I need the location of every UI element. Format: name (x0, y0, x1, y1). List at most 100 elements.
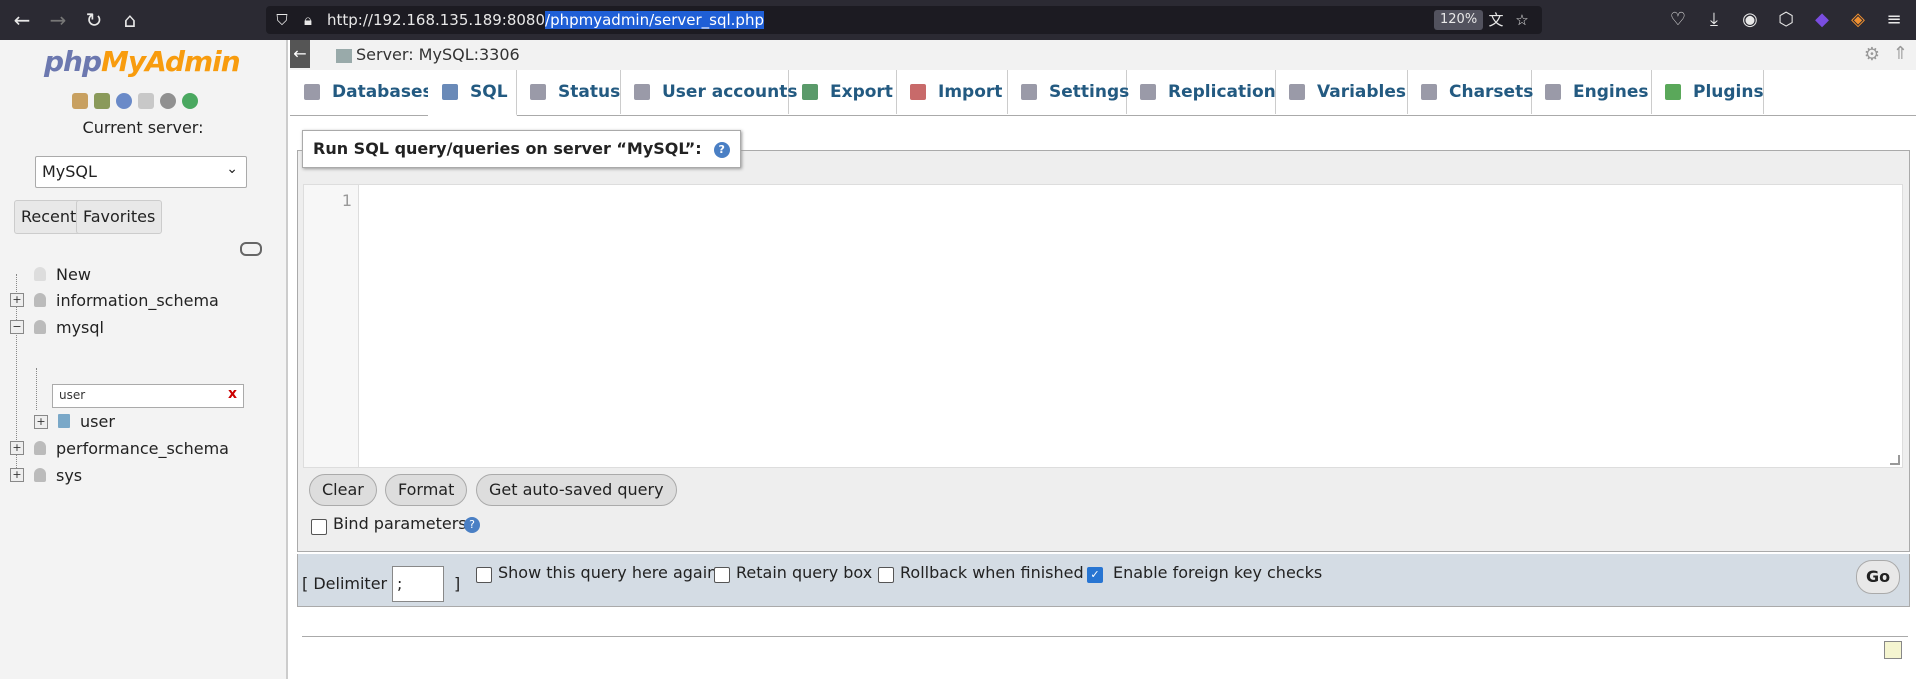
tab-label: Plugins (1693, 82, 1764, 102)
sql-editor[interactable]: 1 (303, 184, 1903, 468)
table-icon (58, 414, 70, 428)
rollback-checkbox[interactable] (878, 567, 894, 583)
server-breadcrumb-bar: ← Server: MySQL:3306 ⚙ ⇑ (290, 40, 1916, 71)
console-icon[interactable] (1884, 641, 1902, 659)
reload-nav-icon[interactable] (182, 92, 198, 109)
forward-icon[interactable]: → (46, 8, 70, 32)
expand-icon[interactable]: + (10, 441, 24, 455)
legend-text: Run SQL query/queries on server “MySQL”: (313, 139, 702, 158)
server-select[interactable]: MySQL ⌄ (35, 156, 247, 188)
tab-label: User accounts (662, 82, 798, 102)
tab-databases[interactable]: Databases (290, 70, 433, 114)
home-icon[interactable]: ⌂ (118, 8, 142, 32)
tree-line (36, 368, 37, 410)
bind-parameters-checkbox[interactable] (311, 519, 327, 535)
scroll-top-icon[interactable]: ⇑ (1893, 43, 1908, 64)
clear-button[interactable]: Clear (309, 474, 377, 506)
line-number: 1 (341, 191, 352, 210)
address-bar[interactable]: ⛉ 🔒︎ http://192.168.135.189:8080/phpmyad… (266, 6, 1542, 34)
clear-filter-icon[interactable]: x (228, 386, 237, 402)
help-icon[interactable]: ? (464, 517, 480, 533)
expand-icon[interactable]: + (34, 415, 48, 429)
rollback-label[interactable]: Rollback when finished (900, 563, 1084, 582)
plugin-icon (1665, 84, 1681, 100)
download-icon[interactable]: ⤓ (1702, 8, 1726, 32)
link-with-main-icon[interactable] (240, 242, 262, 256)
tab-charsets[interactable]: Charsets (1407, 70, 1533, 114)
tab-label: Import (938, 82, 1003, 102)
tab-status[interactable]: Status (516, 70, 621, 114)
home-icon[interactable] (72, 92, 88, 109)
show-query-again-checkbox[interactable] (476, 567, 492, 583)
settings-gear-icon[interactable]: ⚙ (1864, 44, 1880, 65)
tab-label: SQL (470, 82, 508, 102)
get-autosaved-query-button[interactable]: Get auto-saved query (476, 474, 677, 506)
tab-user-accounts[interactable]: User accounts (620, 70, 798, 114)
help-icon[interactable]: ? (713, 141, 730, 158)
table-filter-input[interactable]: user x (52, 384, 244, 408)
url-selected-path: /phpmyadmin/server_sql.php (545, 11, 764, 29)
tab-label: Engines (1573, 82, 1649, 102)
bookmark-star-icon[interactable]: ☆ (1512, 10, 1532, 30)
tab-replication[interactable]: Replication (1126, 70, 1276, 114)
database-icon (304, 84, 320, 100)
extensions-icon[interactable]: ⬡ (1774, 8, 1798, 32)
tree-db-mysql[interactable]: mysql (56, 318, 104, 337)
phpmyadmin-logo[interactable]: phpMyAdmin (44, 45, 241, 78)
bind-parameters-label[interactable]: Bind parameters (333, 514, 467, 533)
tree-db-information-schema[interactable]: information_schema (56, 291, 219, 310)
extension-purple-icon[interactable]: ◆ (1810, 8, 1834, 32)
recent-tab[interactable]: Recent (14, 200, 84, 234)
extension-fox-icon[interactable]: ◈ (1846, 8, 1870, 32)
variables-icon (1289, 84, 1305, 100)
format-button[interactable]: Format (385, 474, 468, 506)
foreign-key-checks-checkbox[interactable]: ✓ (1087, 567, 1103, 583)
account-icon[interactable]: ◉ (1738, 8, 1762, 32)
tab-label: Variables (1317, 82, 1407, 102)
expand-icon[interactable]: + (10, 293, 24, 307)
foreign-key-checks-label[interactable]: Enable foreign key checks (1113, 563, 1322, 582)
delimiter-label: [ Delimiter (302, 574, 388, 593)
help-icon[interactable] (116, 92, 132, 109)
logout-icon[interactable] (94, 92, 110, 109)
tab-variables[interactable]: Variables (1275, 70, 1408, 114)
tab-sql[interactable]: SQL (428, 70, 517, 116)
back-icon[interactable]: ← (10, 8, 34, 32)
database-icon (34, 441, 46, 455)
settings-icon[interactable] (160, 92, 176, 109)
pocket-icon[interactable]: ♡ (1666, 8, 1690, 32)
chevron-down-icon: ⌄ (226, 161, 238, 177)
tab-import[interactable]: Import (896, 70, 1008, 114)
zoom-indicator[interactable]: 120% (1434, 10, 1484, 30)
url-host: http://192.168.135.189:8080 (327, 11, 546, 29)
new-db-icon (34, 267, 46, 281)
tree-db-performance-schema[interactable]: performance_schema (56, 439, 229, 458)
go-button[interactable]: Go (1856, 560, 1900, 594)
reload-icon[interactable]: ↻ (82, 8, 106, 32)
menu-icon[interactable]: ≡ (1882, 8, 1906, 32)
tab-plugins[interactable]: Plugins (1651, 70, 1764, 114)
collapse-icon[interactable]: − (10, 320, 24, 334)
translate-icon[interactable]: 文 (1486, 10, 1506, 30)
expand-icon[interactable]: + (10, 468, 24, 482)
retain-query-box-checkbox[interactable] (714, 567, 730, 583)
tab-export[interactable]: Export (788, 70, 897, 114)
tab-engines[interactable]: Engines (1531, 70, 1652, 114)
tab-label: Databases (332, 82, 433, 102)
navigation-sidebar: phpMyAdmin Current server: MySQL ⌄ Recent… (0, 40, 288, 679)
tree-db-sys[interactable]: sys (56, 466, 82, 485)
retain-query-box-label[interactable]: Retain query box (736, 563, 872, 582)
resize-handle-icon[interactable] (1890, 455, 1900, 465)
tree-new[interactable]: New (56, 265, 91, 284)
tree-table-user[interactable]: user (80, 412, 115, 431)
show-query-again-label[interactable]: Show this query here again (498, 563, 717, 582)
breadcrumb[interactable]: Server: MySQL:3306 (336, 45, 520, 64)
favorites-tab[interactable]: Favorites (76, 200, 163, 234)
shield-icon[interactable]: ⛉ (272, 10, 292, 30)
docs-icon[interactable] (138, 92, 154, 109)
collapse-sidebar-icon[interactable]: ← (290, 40, 310, 68)
server-icon (336, 48, 352, 63)
tab-settings[interactable]: Settings (1007, 70, 1129, 114)
lock-icon[interactable]: 🔒︎ (298, 10, 318, 30)
delimiter-input[interactable]: ; (392, 566, 444, 602)
